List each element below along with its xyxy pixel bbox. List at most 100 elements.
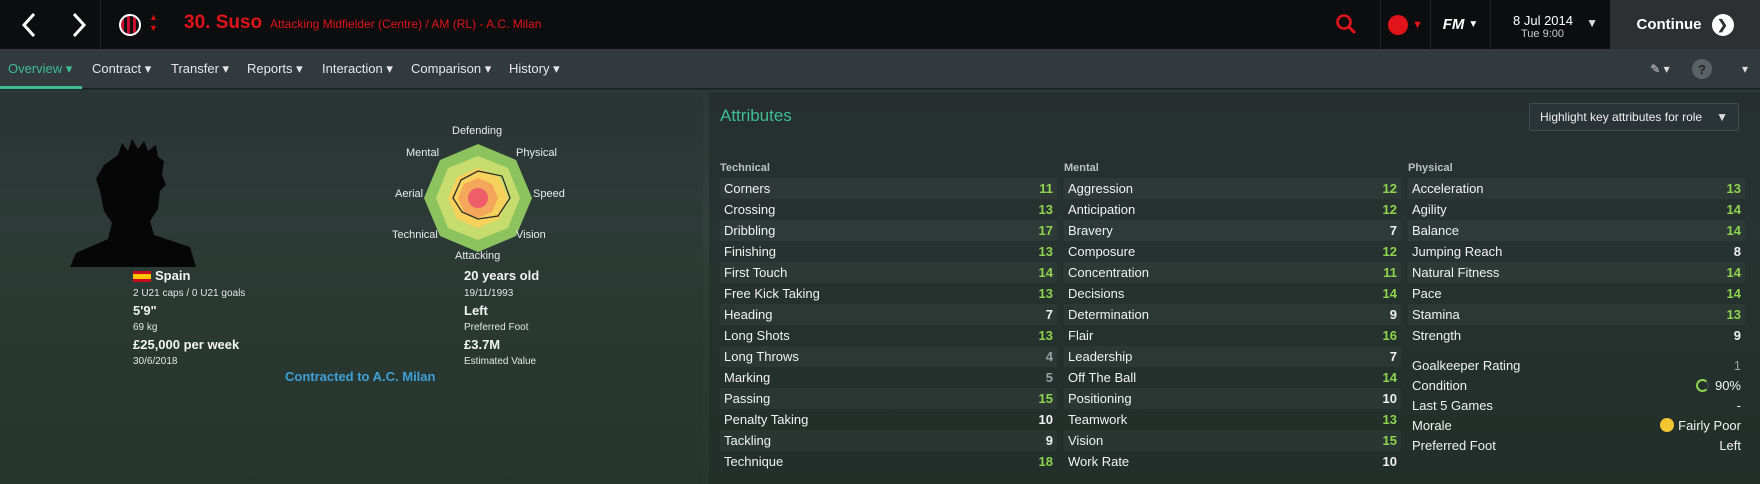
attribute-name: Work Rate [1068, 454, 1130, 469]
attribute-row-teamwork[interactable]: Teamwork 13 [1064, 409, 1401, 430]
attribute-row-passing[interactable]: Passing 15 [720, 388, 1057, 409]
more-options-button[interactable]: ▾ [1730, 49, 1760, 89]
search-icon[interactable] [1335, 13, 1357, 35]
tab-comparison[interactable]: Comparison ▾ [411, 49, 491, 89]
attribute-row-corners[interactable]: Corners 11 [720, 178, 1057, 199]
attribute-row-aggression[interactable]: Aggression 12 [1064, 178, 1401, 199]
club-badge[interactable]: ▲ ▼ [100, 0, 176, 49]
attribute-name: Pace [1412, 286, 1442, 301]
attribute-row-long-shots[interactable]: Long Shots 13 [720, 325, 1057, 346]
attribute-row-vision[interactable]: Vision 15 [1064, 430, 1401, 451]
attribute-value: 15 [1382, 433, 1397, 448]
status-row-condition[interactable]: Condition 90% [1408, 375, 1745, 396]
world-menu-button[interactable]: ▼ [1380, 0, 1430, 49]
back-button[interactable] [4, 0, 54, 49]
attribute-row-acceleration[interactable]: Acceleration 13 [1408, 178, 1745, 199]
status-name: Morale [1412, 418, 1452, 433]
estimated-value: £3.7M [464, 337, 501, 352]
attribute-row-tackling[interactable]: Tackling 9 [720, 430, 1057, 451]
tab-reports[interactable]: Reports ▾ [247, 49, 303, 89]
attribute-row-concentration[interactable]: Concentration 11 [1064, 262, 1401, 283]
attribute-row-composure[interactable]: Composure 12 [1064, 241, 1401, 262]
current-date: 8 Jul 2014 [1513, 13, 1573, 28]
attribute-row-free-kick-taking[interactable]: Free Kick Taking 13 [720, 283, 1057, 304]
attribute-name: Anticipation [1068, 202, 1136, 217]
arrow-right-icon: ❯ [1711, 13, 1734, 36]
fm-menu-button[interactable]: FM ▼ [1430, 0, 1490, 49]
chevron-left-icon [21, 12, 36, 37]
attribute-row-natural-fitness[interactable]: Natural Fitness 14 [1408, 262, 1745, 283]
help-button[interactable]: ? [1692, 59, 1712, 79]
attribute-row-penalty-taking[interactable]: Penalty Taking 10 [720, 409, 1057, 430]
tab-history[interactable]: History ▾ [509, 49, 560, 89]
player-title: 30. Suso [184, 12, 263, 33]
status-value: Left [1719, 435, 1741, 456]
tab-contract[interactable]: Contract ▾ [92, 49, 151, 89]
contract-link[interactable]: Contracted to A.C. Milan [285, 369, 435, 384]
attribute-row-long-throws[interactable]: Long Throws 4 [720, 346, 1057, 367]
attribute-value: 7 [1389, 223, 1397, 238]
attribute-row-positioning[interactable]: Positioning 10 [1064, 388, 1401, 409]
chevron-down-icon: ▼ [1412, 18, 1423, 31]
highlight-role-dropdown[interactable]: Highlight key attributes for role ▼ [1529, 103, 1739, 131]
attribute-value: 9 [1733, 328, 1741, 343]
status-row-last-5-games[interactable]: Last 5 Games - [1408, 395, 1745, 416]
attribute-row-bravery[interactable]: Bravery 7 [1064, 220, 1401, 241]
attribute-row-heading[interactable]: Heading 7 [720, 304, 1057, 325]
attribute-name: Aggression [1068, 181, 1134, 196]
attribute-row-marking[interactable]: Marking 5 [720, 367, 1057, 388]
attribute-row-work-rate[interactable]: Work Rate 10 [1064, 451, 1401, 472]
attribute-value: 9 [1389, 307, 1397, 322]
attribute-row-stamina[interactable]: Stamina 13 [1408, 304, 1745, 325]
attribute-row-flair[interactable]: Flair 16 [1064, 325, 1401, 346]
status-name: Last 5 Games [1412, 398, 1493, 413]
attribute-name: Bravery [1068, 223, 1113, 238]
attribute-row-finishing[interactable]: Finishing 13 [720, 241, 1057, 262]
attribute-value: 10 [1382, 391, 1397, 406]
tab-transfer[interactable]: Transfer ▾ [171, 49, 229, 89]
attribute-row-strength[interactable]: Strength 9 [1408, 325, 1745, 346]
attribute-row-dribbling[interactable]: Dribbling 17 [720, 220, 1057, 241]
attribute-row-anticipation[interactable]: Anticipation 12 [1064, 199, 1401, 220]
attribute-row-determination[interactable]: Determination 9 [1064, 304, 1401, 325]
attribute-row-jumping-reach[interactable]: Jumping Reach 8 [1408, 241, 1745, 262]
attributes-title: Attributes [720, 106, 792, 125]
attribute-name: Heading [724, 307, 773, 322]
attribute-row-pace[interactable]: Pace 14 [1408, 283, 1745, 304]
status-name: Preferred Foot [1412, 438, 1496, 453]
attribute-name: Positioning [1068, 391, 1132, 406]
status-value: - [1737, 395, 1741, 416]
attribute-row-balance[interactable]: Balance 14 [1408, 220, 1745, 241]
status-row-preferred-foot[interactable]: Preferred Foot Left [1408, 435, 1745, 456]
status-row-morale[interactable]: Morale Fairly Poor [1408, 415, 1745, 436]
status-value-text: Fairly Poor [1678, 418, 1741, 433]
attribute-name: Leadership [1068, 349, 1133, 364]
attribute-row-off-the-ball[interactable]: Off The Ball 14 [1064, 367, 1401, 388]
attribute-value: 16 [1382, 328, 1397, 343]
attribute-name: Free Kick Taking [724, 286, 820, 301]
preferred-foot-label: Preferred Foot [464, 322, 529, 333]
attribute-name: Strength [1412, 328, 1462, 343]
condition-icon [1695, 379, 1709, 392]
attribute-row-leadership[interactable]: Leadership 7 [1064, 346, 1401, 367]
player-silhouette [70, 139, 196, 267]
current-time: Tue 9:00 [1521, 28, 1565, 40]
continue-button[interactable]: Continue ❯ [1610, 0, 1760, 49]
attribute-row-decisions[interactable]: Decisions 14 [1064, 283, 1401, 304]
attribute-name: Vision [1068, 433, 1104, 448]
edit-view-button[interactable]: ✎ ▾ [1640, 49, 1680, 89]
status-row-goalkeeper-rating[interactable]: Goalkeeper Rating 1 [1408, 355, 1745, 376]
attribute-row-crossing[interactable]: Crossing 13 [720, 199, 1057, 220]
tab-interaction[interactable]: Interaction ▾ [322, 49, 393, 89]
attribute-name: Long Shots [724, 328, 790, 343]
tab-overview[interactable]: Overview ▾ [8, 49, 72, 89]
status-value: Fairly Poor [1660, 415, 1741, 436]
date-display[interactable]: 8 Jul 2014 Tue 9:00 ▼ [1490, 0, 1610, 49]
attribute-row-first-touch[interactable]: First Touch 14 [720, 262, 1057, 283]
club-switch-arrows[interactable]: ▲ ▼ [149, 12, 158, 34]
attribute-row-technique[interactable]: Technique 18 [720, 451, 1057, 472]
preferred-foot: Left [464, 303, 488, 318]
forward-button[interactable] [54, 0, 104, 49]
attribute-value: 10 [1038, 412, 1053, 427]
attribute-row-agility[interactable]: Agility 14 [1408, 199, 1745, 220]
